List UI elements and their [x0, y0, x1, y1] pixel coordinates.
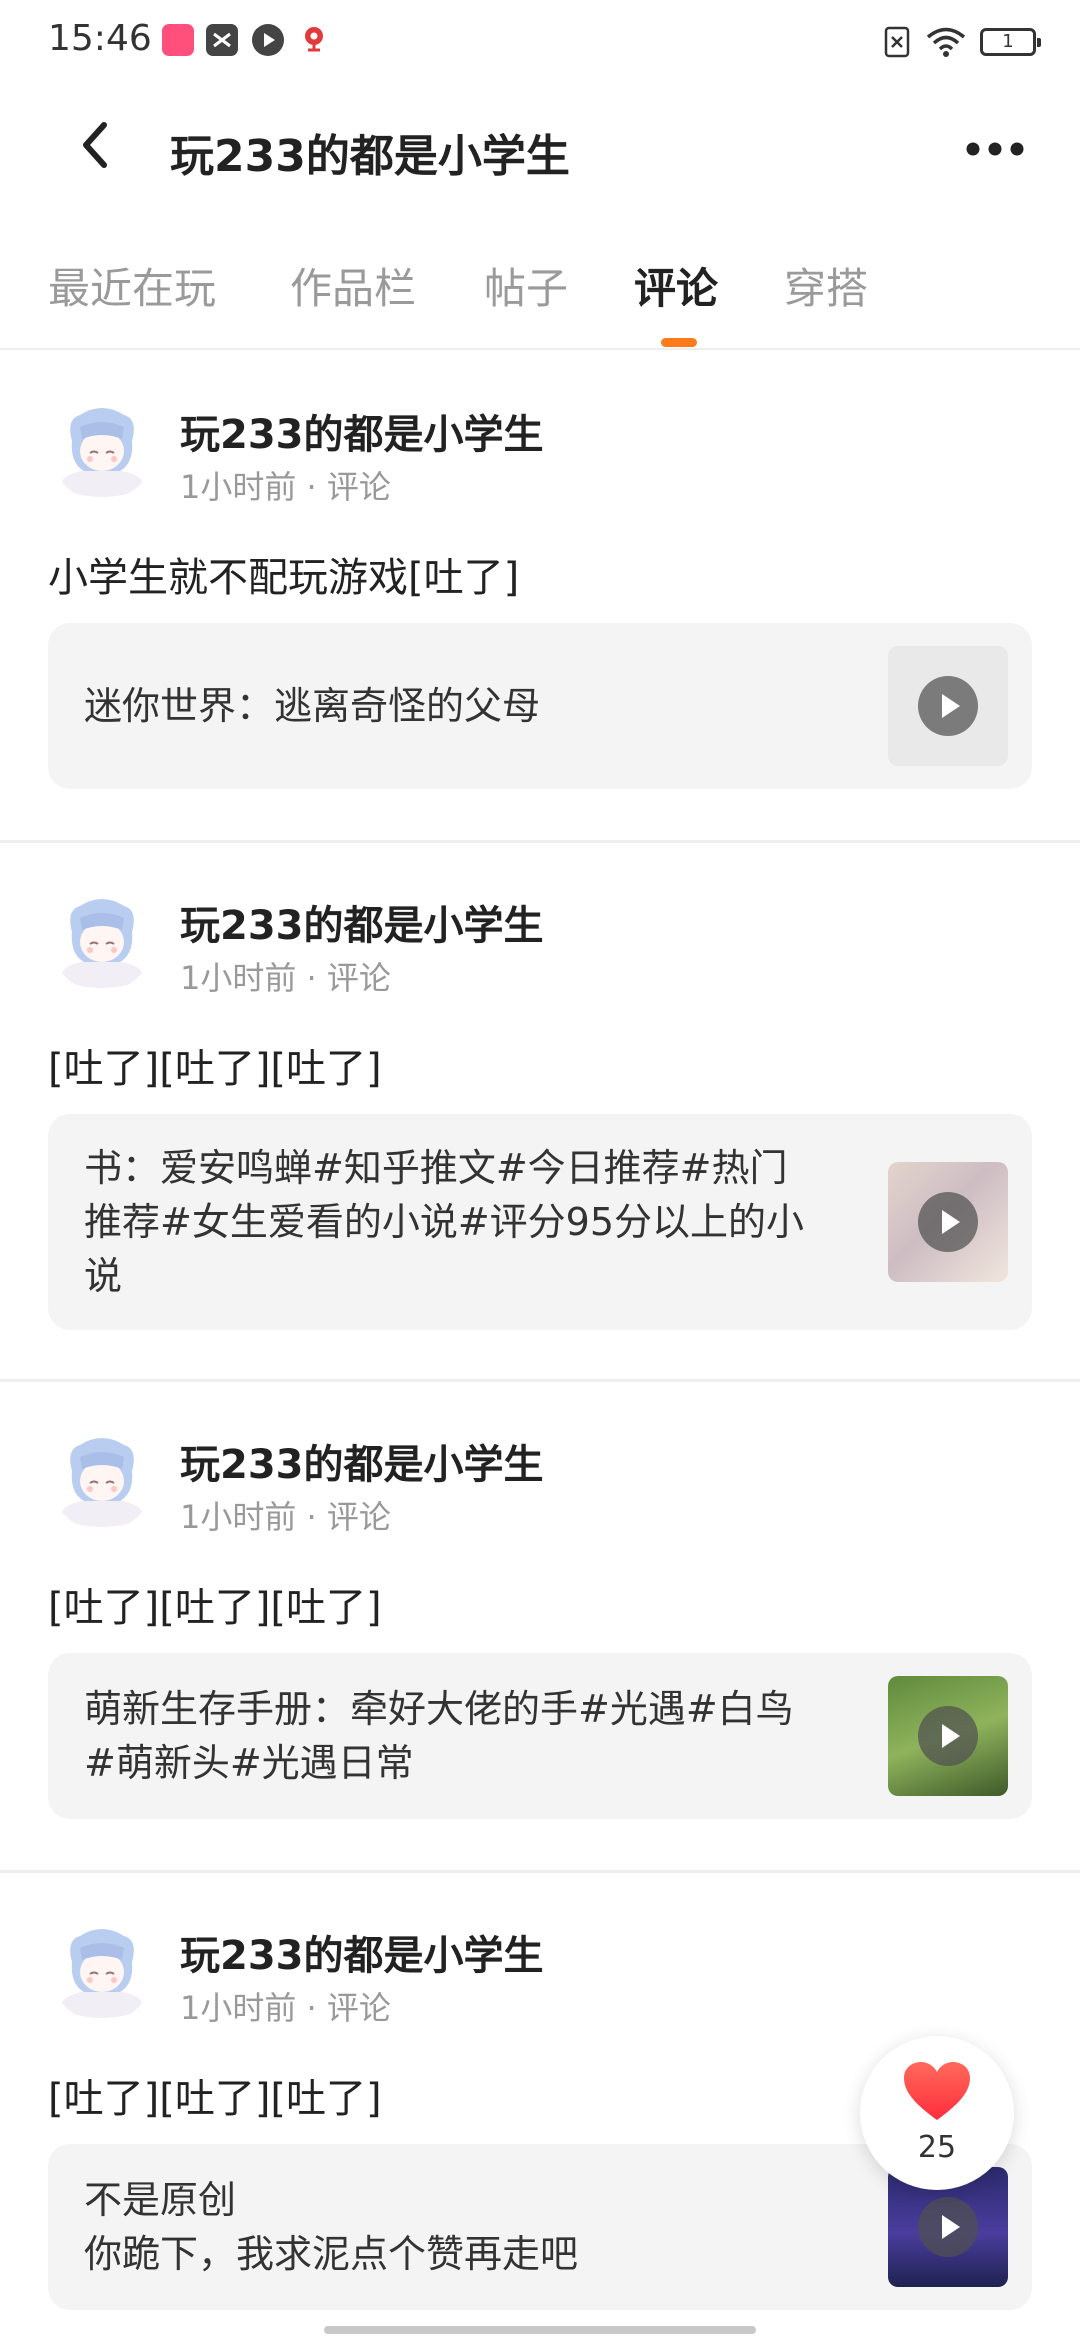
author-name[interactable]: 玩233的都是小学生 — [180, 402, 544, 460]
post-type: 评论 — [326, 1989, 391, 2027]
list-item[interactable]: 玩233的都是小学生 1小时前 · 评论 小学生就不配玩游戏[吐了] 迷你世界：… — [0, 352, 1080, 843]
post-time: 1小时前 — [180, 1989, 297, 2027]
back-button[interactable] — [60, 110, 130, 180]
chevron-left-icon — [83, 122, 107, 168]
like-button[interactable]: 25 — [860, 2036, 1014, 2190]
status-bar: 15:46 1 — [0, 0, 1080, 84]
capcut-app-icon — [206, 24, 238, 56]
author-name[interactable]: 玩233的都是小学生 — [180, 1432, 544, 1490]
referenced-work-card[interactable]: 书：爱安鸣蝉#知乎推文#今日推荐#热门 推荐#女生爱看的小说#评分95分以上的小… — [48, 1114, 1032, 1330]
video-thumbnail[interactable] — [888, 1162, 1008, 1282]
post-meta: 1小时前 · 评论 — [180, 1989, 391, 2027]
tab-outfits[interactable]: 穿搭 — [784, 255, 868, 316]
referenced-work-card[interactable]: 萌新生存手册：牵好大佬的手#光遇#白鸟 #萌新头#光遇日常 — [48, 1653, 1032, 1819]
tab-posts[interactable]: 帖子 — [484, 255, 568, 316]
comment-text: [吐了][吐了][吐了] — [48, 1585, 382, 1631]
page-title: 玩233的都是小学生 — [170, 131, 570, 182]
comment-text: [吐了][吐了][吐了] — [48, 2076, 382, 2122]
no-sim-icon — [884, 26, 910, 58]
status-time: 15:46 — [48, 18, 152, 59]
author-name[interactable]: 玩233的都是小学生 — [180, 1923, 544, 1981]
post-time: 1小时前 — [180, 468, 297, 506]
lofter-app-icon — [162, 24, 194, 56]
play-icon — [918, 1706, 978, 1766]
video-app-icon — [252, 24, 284, 56]
post-time: 1小时前 — [180, 959, 297, 997]
home-indicator[interactable] — [324, 2326, 756, 2334]
comment-text: 小学生就不配玩游戏[吐了] — [48, 555, 520, 601]
avatar[interactable] — [50, 1918, 154, 2022]
profile-tabs: 最近在玩 作品栏 帖子 评论 穿搭 — [0, 245, 1080, 350]
video-thumbnail[interactable] — [888, 646, 1008, 766]
avatar[interactable] — [50, 888, 154, 992]
post-type: 评论 — [326, 468, 391, 506]
post-meta: 1小时前 · 评论 — [180, 1498, 391, 1536]
location-app-icon — [298, 24, 330, 56]
like-count: 25 — [917, 2130, 957, 2165]
avatar[interactable] — [50, 397, 154, 501]
post-type: 评论 — [326, 959, 391, 997]
tab-recently-played[interactable]: 最近在玩 — [48, 255, 216, 316]
author-name[interactable]: 玩233的都是小学生 — [180, 893, 544, 951]
referenced-work-title: 书：爱安鸣蝉#知乎推文#今日推荐#热门 推荐#女生爱看的小说#评分95分以上的小… — [84, 1146, 805, 1298]
heart-icon — [904, 2062, 970, 2120]
referenced-work-title: 不是原创 你跪下，我求泥点个赞再走吧 — [84, 2178, 579, 2276]
post-meta: 1小时前 · 评论 — [180, 959, 391, 997]
referenced-work-title: 萌新生存手册：牵好大佬的手#光遇#白鸟 #萌新头#光遇日常 — [84, 1687, 794, 1785]
more-horizontal-icon — [966, 142, 1024, 156]
avatar[interactable] — [50, 1427, 154, 1531]
tab-works[interactable]: 作品栏 — [290, 255, 416, 316]
top-app-bar: 玩233的都是小学生 — [0, 90, 1080, 210]
play-icon — [918, 1192, 978, 1252]
tab-comments[interactable]: 评论 — [634, 255, 718, 316]
post-type: 评论 — [326, 1498, 391, 1536]
post-meta: 1小时前 · 评论 — [180, 468, 391, 506]
referenced-work-title: 迷你世界：逃离奇怪的父母 — [84, 684, 541, 728]
more-button[interactable] — [950, 114, 1040, 184]
referenced-work-card[interactable]: 迷你世界：逃离奇怪的父母 — [48, 623, 1032, 789]
list-item[interactable]: 玩233的都是小学生 1小时前 · 评论 [吐了][吐了][吐了] 书：爱安鸣蝉… — [0, 843, 1080, 1382]
play-icon — [918, 676, 978, 736]
status-right: 1 — [882, 22, 1041, 62]
comment-text: [吐了][吐了][吐了] — [48, 1046, 382, 1092]
battery-indicator: 1 — [980, 28, 1041, 56]
post-time: 1小时前 — [180, 1498, 297, 1536]
video-thumbnail[interactable] — [888, 1676, 1008, 1796]
play-icon — [918, 2197, 978, 2257]
active-tab-indicator — [661, 338, 697, 347]
list-item[interactable]: 玩233的都是小学生 1小时前 · 评论 [吐了][吐了][吐了] 萌新生存手册… — [0, 1382, 1080, 1873]
wifi-icon — [926, 27, 966, 57]
